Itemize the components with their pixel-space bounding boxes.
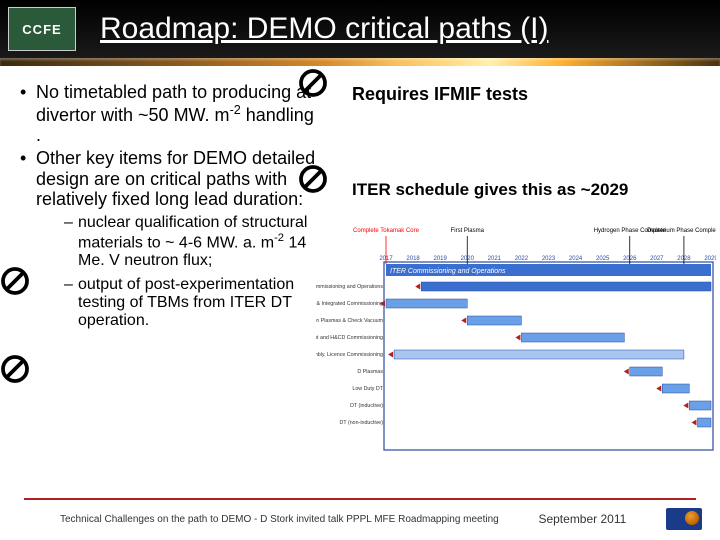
svg-text:2028: 2028 [677,256,691,262]
slide-header: CCFE Roadmap: DEMO critical paths (I) [0,0,720,58]
slide-footer: Technical Challenges on the path to DEMO… [0,508,720,530]
svg-text:2023: 2023 [542,256,556,262]
bullet-2: Other key items for DEMO detailed design… [16,148,318,330]
subbullet-2: – output of post-experimentation testing… [36,276,318,330]
subbullet-2-text: output of post-experimentation testing o… [78,276,294,329]
prohibit-icon [0,266,30,296]
subbullet-1-exp: -2 [274,232,284,244]
svg-text:Tokamak & Integrated Commissio: Tokamak & Integrated Commissioning [316,301,383,307]
svg-text:2022: 2022 [515,256,529,262]
svg-text:Hydrogen Plasmas & Check Vacuu: Hydrogen Plasmas & Check Vacuum [316,318,384,324]
annotation-ifmif: Requires IFMIF tests [352,84,528,105]
svg-text:2029: 2029 [704,256,716,262]
svg-text:First Plasma: First Plasma [451,228,485,234]
svg-text:Complete Tokamak Core: Complete Tokamak Core [353,228,420,234]
slide-title: Roadmap: DEMO critical paths (I) [100,12,548,46]
svg-text:Plasma Development and H&CD Co: Plasma Development and H&CD Commissionin… [316,335,383,341]
svg-text:Low Duty DT: Low Duty DT [352,386,383,392]
prohibit-icon [0,354,30,384]
svg-text:2024: 2024 [569,256,583,262]
efda-logo [666,508,702,530]
svg-text:2026: 2026 [623,256,637,262]
svg-text:2017: 2017 [379,256,393,262]
svg-text:Stage 3 Nuclear Assembly. Lice: Stage 3 Nuclear Assembly. Licence Commis… [316,352,383,358]
decorative-sunbar [0,58,720,66]
iter-gantt-chart: Complete Tokamak Core First Plasma Hydroge… [316,218,716,454]
svg-text:2027: 2027 [650,256,664,262]
bullet-2-text: Other key items for DEMO detailed design… [36,148,315,209]
ccfe-logo: CCFE [8,7,76,51]
svg-text:2020: 2020 [461,256,475,262]
prohibit-icon [298,68,328,98]
bullet-1: No timetabled path to producing at diver… [16,82,318,146]
svg-text:2018: 2018 [406,256,420,262]
svg-text:ITER Commissioning and Operati: ITER Commissioning and Operations [316,284,383,290]
svg-text:Deuterium Phase Complete: Deuterium Phase Complete [647,228,716,234]
svg-text:2019: 2019 [433,256,447,262]
annotation-iter-schedule: ITER schedule gives this as ~2029 [352,180,628,200]
decorative-redline [24,498,696,500]
prohibit-icon [298,164,328,194]
dash-icon: – [64,276,73,294]
dash-icon: – [64,214,73,232]
footer-text: Technical Challenges on the path to DEMO… [60,514,499,525]
svg-text:2025: 2025 [596,256,610,262]
svg-text:DT (non-inductive): DT (non-inductive) [340,420,384,426]
svg-text:2021: 2021 [488,256,502,262]
bullet-1-exp: -2 [230,103,241,117]
svg-text:DT (inductive): DT (inductive) [350,403,383,409]
svg-text:ITER Commissioning and Operati: ITER Commissioning and Operations [390,268,506,275]
bullet-column: No timetabled path to producing at diver… [16,82,318,330]
subbullet-1: – nuclear qualification of structural ma… [36,214,318,270]
svg-text:D Plasmas: D Plasmas [357,369,383,375]
footer-date: September 2011 [538,512,626,526]
